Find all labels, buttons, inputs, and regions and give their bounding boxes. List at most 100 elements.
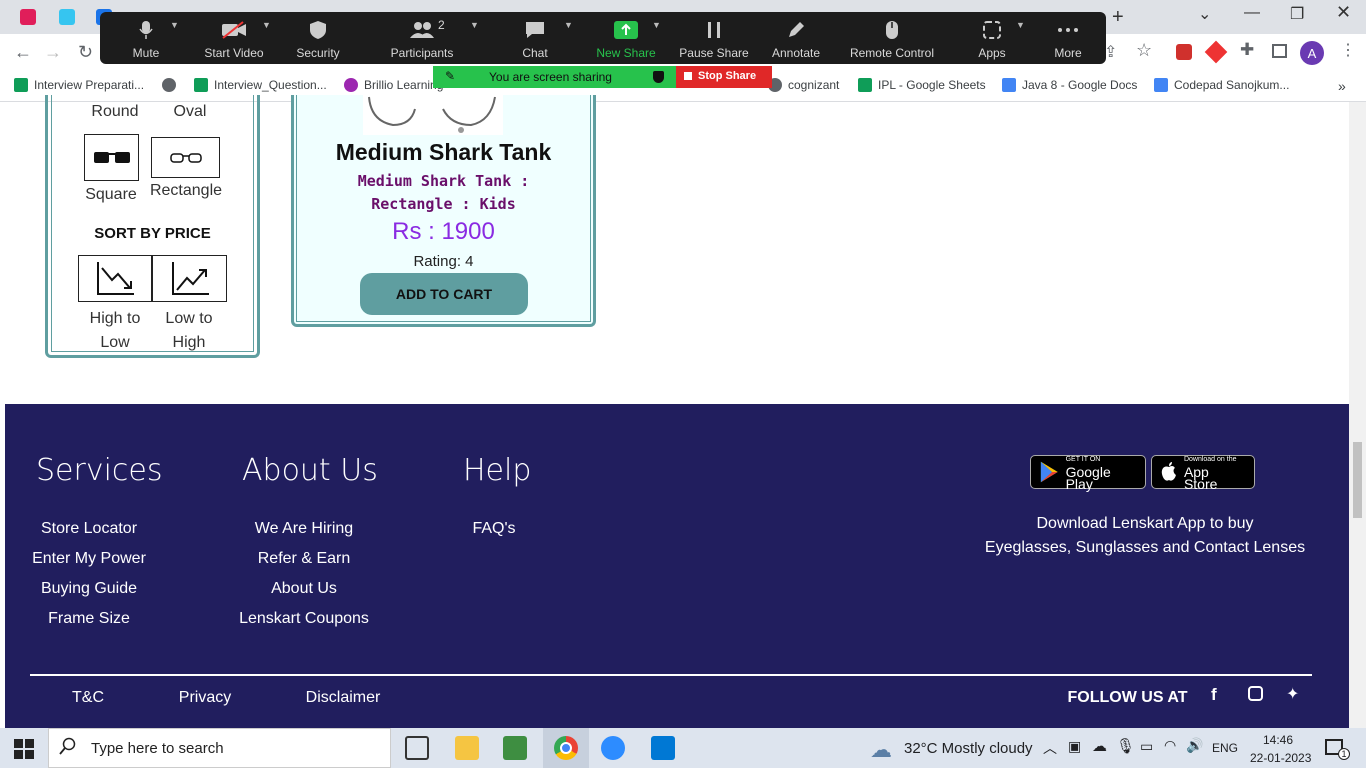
- product-rating: Rating: 4: [413, 253, 474, 270]
- new-tab-icon[interactable]: +: [1112, 6, 1124, 29]
- disclaimer-link[interactable]: Disclaimer: [293, 689, 393, 707]
- bookmark-star-icon[interactable]: ☆: [1136, 40, 1152, 61]
- tab-search-icon[interactable]: ⌄: [1198, 4, 1211, 24]
- clock-date[interactable]: 22-01-2023: [1250, 751, 1311, 765]
- product-name: Medium Shark Tank: [335, 139, 552, 165]
- privacy-link[interactable]: Privacy: [165, 689, 245, 707]
- footer-link[interactable]: Frame Size: [14, 610, 164, 628]
- chat-icon: [522, 20, 548, 40]
- footer-about-title: About Us: [242, 453, 378, 488]
- google-play-badge[interactable]: GET IT ON Google Play: [1030, 455, 1146, 491]
- pin-icon[interactable]: ✎: [445, 69, 455, 83]
- close-window-icon[interactable]: ✕: [1336, 2, 1351, 23]
- docs-icon: [1154, 78, 1168, 92]
- file-explorer-icon[interactable]: [455, 736, 479, 760]
- sharing-status-text: You are screen sharing: [489, 70, 612, 84]
- bookmark-item[interactable]: Java 8 - Google Docs: [1002, 78, 1137, 92]
- facebook-icon[interactable]: f: [1211, 685, 1217, 705]
- minimize-icon[interactable]: —: [1244, 4, 1260, 22]
- shield-check-icon: [653, 71, 664, 83]
- footer-link[interactable]: About Us: [219, 580, 389, 598]
- terms-link[interactable]: T&C: [48, 689, 128, 707]
- square-shape-filter[interactable]: [84, 134, 139, 181]
- mute-button[interactable]: Mute: [118, 12, 174, 64]
- forward-icon[interactable]: →: [44, 42, 62, 63]
- footer-link[interactable]: We Are Hiring: [219, 520, 389, 538]
- windows-start-icon[interactable]: [14, 739, 34, 764]
- more-bookmarks-icon[interactable]: »: [1338, 78, 1346, 94]
- microphone-tray-icon[interactable]: 🎙: [1116, 737, 1135, 755]
- restore-icon[interactable]: ❐: [1290, 4, 1304, 24]
- footer-link[interactable]: Buying Guide: [14, 580, 164, 598]
- screen-sharing-banner: ✎ You are screen sharing: [433, 66, 676, 88]
- reload-icon[interactable]: ↻: [78, 42, 93, 63]
- security-button[interactable]: Security: [288, 12, 348, 64]
- twitter-icon[interactable]: ✦: [1286, 684, 1299, 704]
- footer: [5, 404, 1349, 728]
- share-icon[interactable]: ⇪: [1104, 42, 1117, 62]
- chrome-taskbar-active[interactable]: [543, 728, 589, 768]
- clock-time[interactable]: 14:46: [1263, 733, 1293, 747]
- new-share-button[interactable]: New Share: [592, 12, 660, 64]
- instagram-icon[interactable]: [1248, 686, 1263, 701]
- bookmark-item[interactable]: Interview Preparati...: [14, 78, 144, 92]
- weather-text[interactable]: 32°C Mostly cloudy: [904, 740, 1033, 757]
- chat-button[interactable]: Chat: [510, 12, 560, 64]
- taskbar-search-box[interactable]: Type here to search: [48, 728, 391, 768]
- globe-icon: [162, 78, 176, 92]
- footer-link[interactable]: FAQ's: [444, 520, 544, 538]
- scrollbar-thumb[interactable]: [1353, 442, 1362, 518]
- annotate-button[interactable]: Annotate: [766, 12, 826, 64]
- profile-avatar[interactable]: A: [1300, 41, 1324, 65]
- extensions-puzzle-icon[interactable]: ✚: [1240, 40, 1254, 60]
- pencil-icon: [783, 20, 809, 40]
- slack-tab-icon[interactable]: [59, 9, 75, 25]
- apps-button[interactable]: Apps: [970, 12, 1014, 64]
- extension-icon[interactable]: [1176, 44, 1192, 60]
- volume-icon[interactable]: 🔊: [1186, 737, 1203, 754]
- onedrive-icon[interactable]: ☁: [1092, 737, 1107, 755]
- pause-share-button[interactable]: Pause Share: [678, 12, 750, 64]
- bookmark-globe[interactable]: [162, 78, 176, 92]
- vscode-icon[interactable]: [651, 736, 675, 760]
- scrollbar[interactable]: [1349, 102, 1366, 728]
- weather-cloud-icon[interactable]: ☁: [870, 737, 892, 763]
- footer-link[interactable]: Refer & Earn: [219, 550, 389, 568]
- menu-icon[interactable]: ⋮: [1340, 40, 1356, 60]
- sort-label-high-to-low: High to Low: [89, 310, 141, 351]
- language-indicator[interactable]: ENG: [1212, 741, 1238, 755]
- add-to-cart-button[interactable]: ADD TO CART: [360, 273, 528, 315]
- sort-low-to-high-button[interactable]: [152, 255, 227, 302]
- battery-icon[interactable]: ▭: [1140, 738, 1153, 755]
- wifi-icon[interactable]: ◠: [1164, 737, 1176, 754]
- rectangle-glasses-icon: [169, 152, 202, 163]
- stop-share-button[interactable]: Stop Share: [676, 66, 772, 88]
- footer-services-title: Services: [36, 453, 163, 488]
- back-icon[interactable]: ←: [14, 42, 32, 63]
- zoom-app-icon[interactable]: [601, 736, 625, 760]
- chevron-up-icon[interactable]: ︿: [1043, 738, 1057, 758]
- bookmark-item[interactable]: IPL - Google Sheets: [858, 78, 986, 92]
- start-video-button[interactable]: Start Video: [198, 12, 270, 64]
- shape-label-oval: Oval: [173, 103, 207, 120]
- sort-high-to-low-button[interactable]: [78, 255, 152, 302]
- task-view-icon[interactable]: [405, 736, 429, 760]
- remote-control-button[interactable]: Remote Control: [848, 12, 936, 64]
- bookmark-item[interactable]: Interview_Question...: [194, 78, 327, 92]
- footer-link[interactable]: Lenskart Coupons: [219, 610, 389, 628]
- side-panel-icon[interactable]: [1272, 44, 1287, 58]
- footer-link[interactable]: Enter My Power: [14, 550, 164, 568]
- more-button[interactable]: More: [1050, 12, 1086, 64]
- app-store-badge[interactable]: Download on the App Store: [1151, 455, 1255, 491]
- excel-icon[interactable]: [503, 736, 527, 760]
- meet-now-icon[interactable]: ▣: [1068, 738, 1081, 755]
- footer-link[interactable]: Store Locator: [14, 520, 164, 538]
- participants-button[interactable]: Participants: [384, 12, 460, 64]
- bookmark-item[interactable]: Codepad Sanojkum...: [1154, 78, 1289, 92]
- bookmark-item[interactable]: cognizant: [768, 78, 839, 92]
- product-image: [363, 95, 503, 135]
- docs-icon: [1002, 78, 1016, 92]
- slack-tab-icon[interactable]: [20, 9, 36, 25]
- bookmark-item[interactable]: Brillio Learning: [344, 78, 443, 92]
- rectangle-shape-filter[interactable]: [151, 137, 220, 178]
